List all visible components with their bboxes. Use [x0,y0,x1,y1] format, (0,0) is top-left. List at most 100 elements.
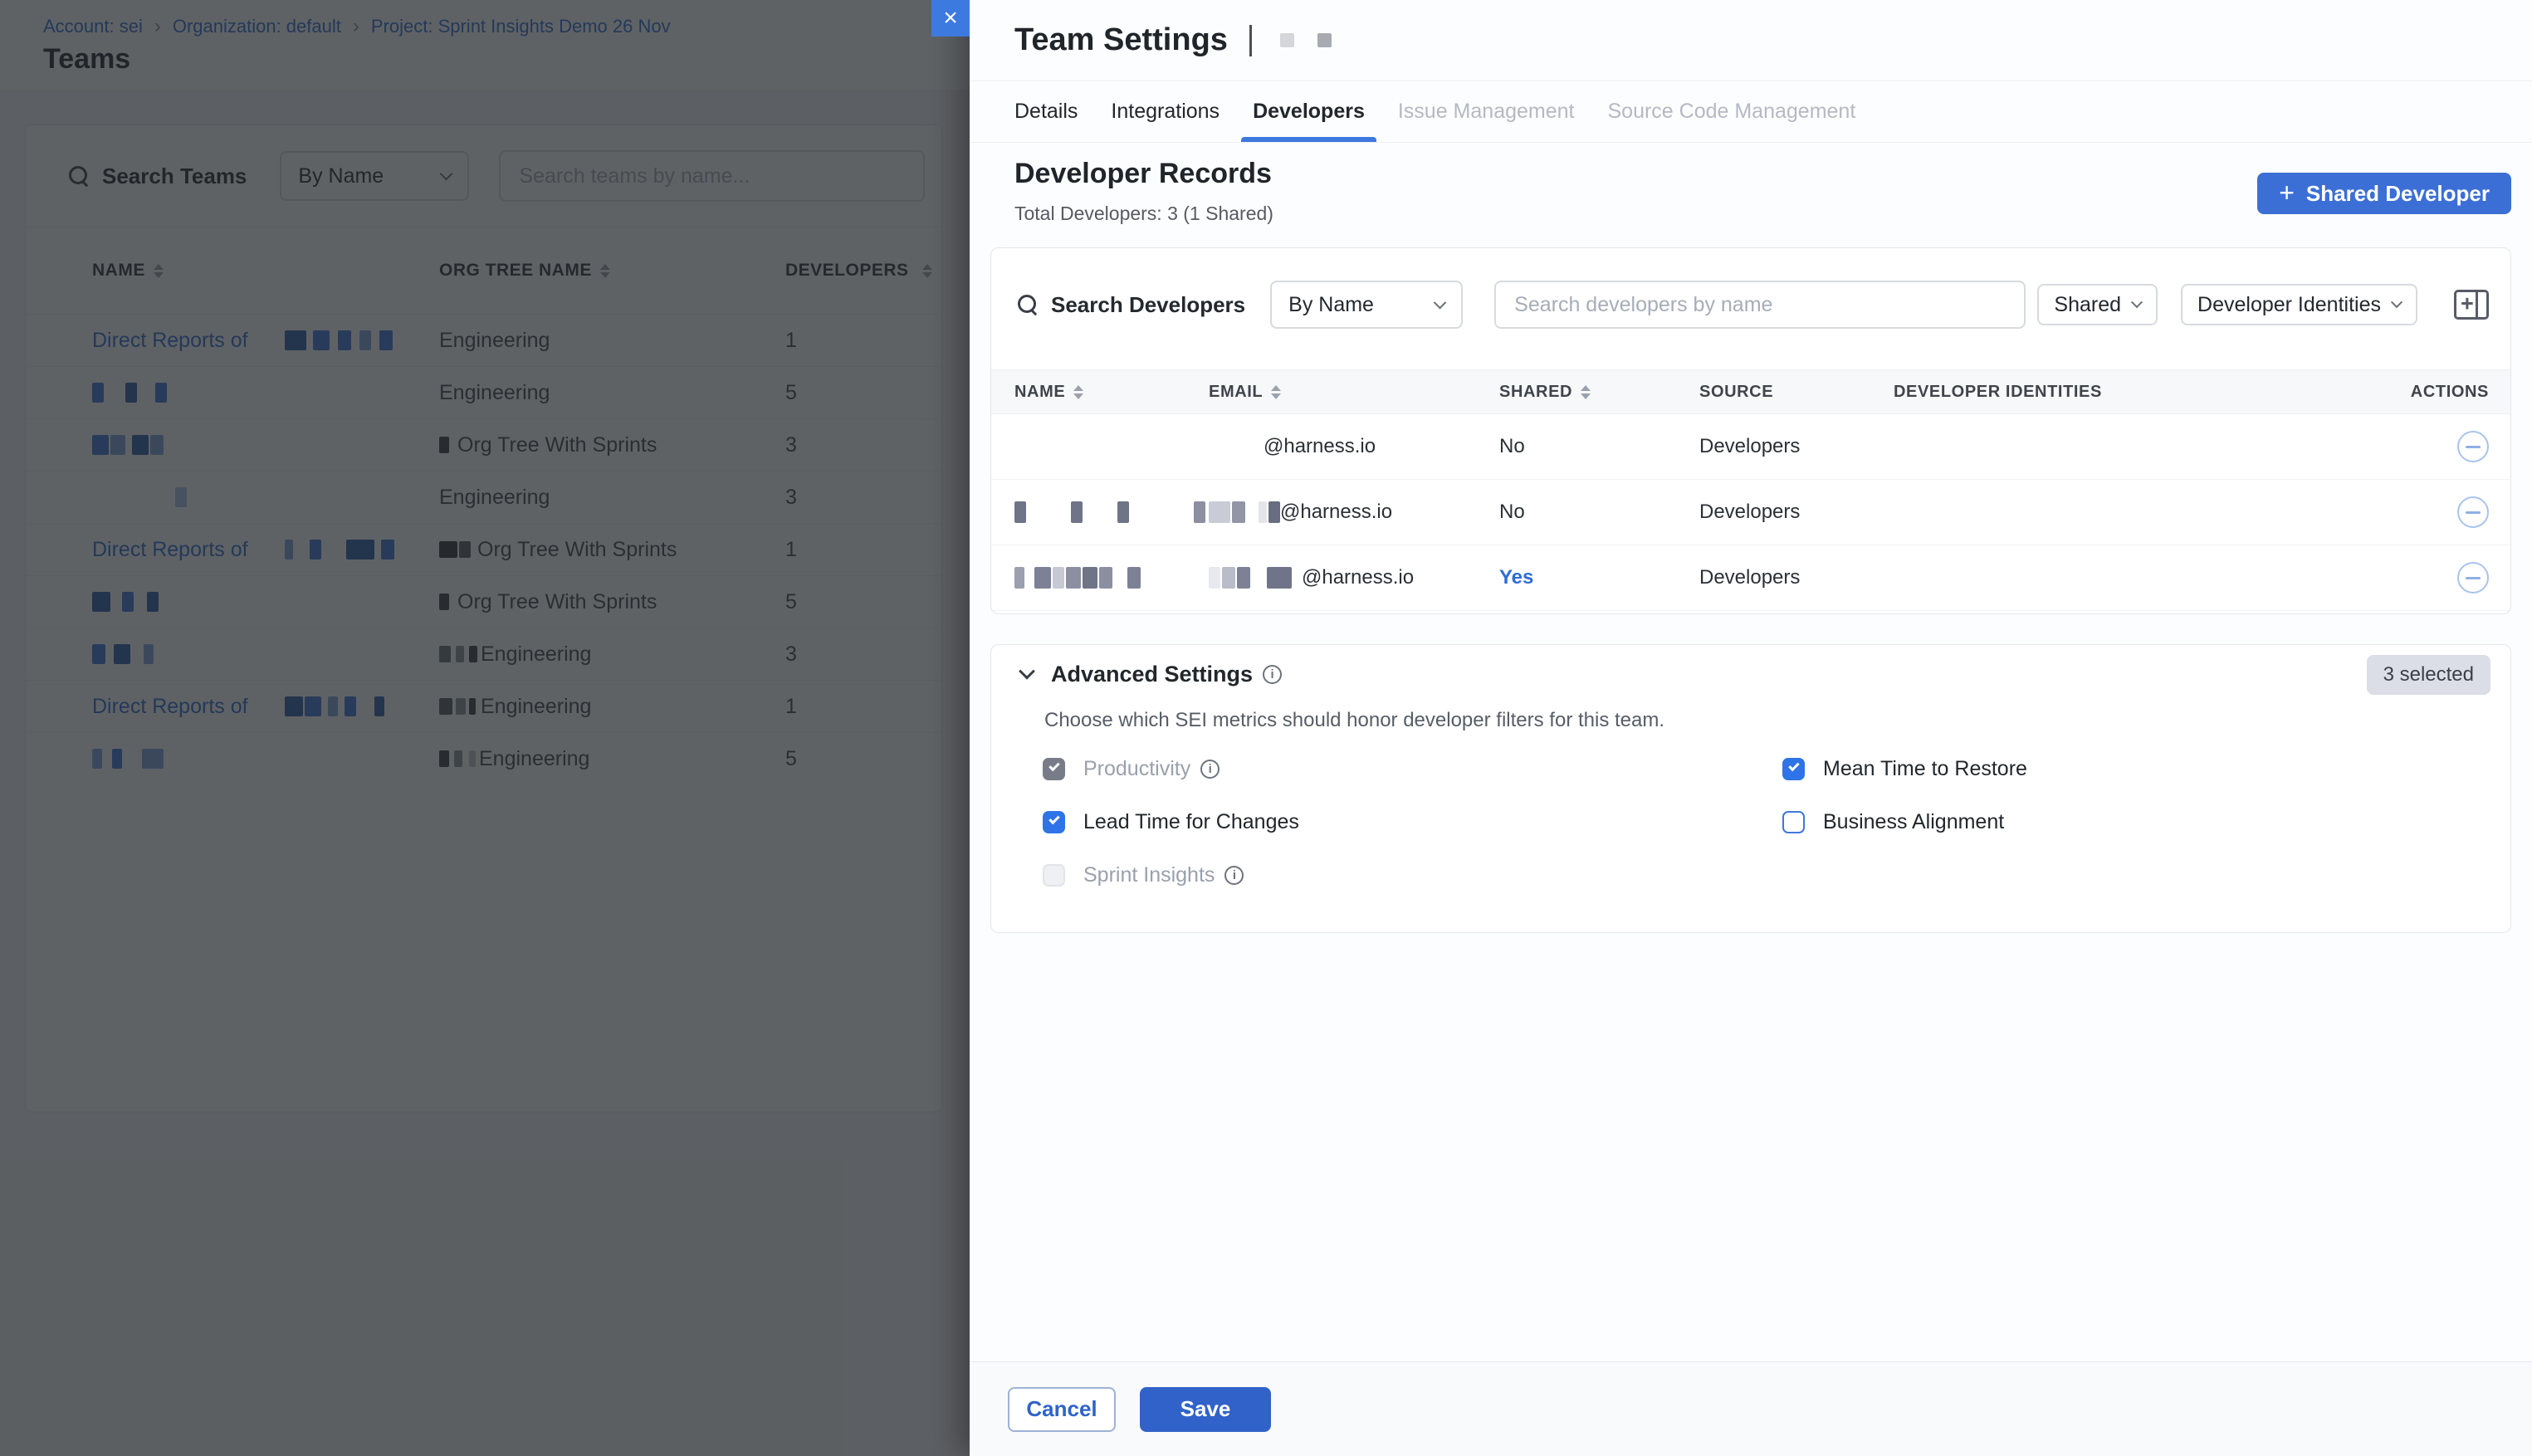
developers-search-filter-value: By Name [1288,293,1374,317]
developer-identities-filter-select[interactable]: Developer Identities [2181,284,2417,325]
advanced-settings-description: Choose which SEI metrics should honor de… [1044,709,2510,732]
total-developers-text: Total Developers: 3 (1 Shared) [1014,203,1273,225]
metric-label: Productivity [1083,757,1190,781]
tab[interactable]: Developers [1253,81,1365,142]
metric-option[interactable]: Business Alignment [1782,795,2510,848]
source-value: Developers [1699,501,1894,524]
column-header[interactable]: NAME [1014,383,1209,402]
plus-icon: + [2279,179,2295,206]
developers-search-filter-select[interactable]: By Name [1270,281,1463,329]
column-header[interactable]: EMAIL [1209,383,1499,402]
actions-cell [2417,431,2489,462]
close-icon[interactable]: × [931,0,970,37]
metric-option[interactable]: Lead Time for Changes [1043,795,1782,848]
redacted-email-prefix [1209,436,1264,457]
source-value: Developers [1699,566,1894,589]
actions-cell [2417,496,2489,528]
checkbox[interactable] [1043,811,1065,833]
cancel-button[interactable]: Cancel [1008,1387,1116,1432]
developer-table-header: NAME EMAIL SHARED SOURCE DEVELOPER IDENT… [991,369,2510,414]
developer-name-cell [1014,567,1209,589]
metric-label: Business Alignment [1823,810,2004,834]
remove-developer-icon[interactable] [2457,496,2489,528]
remove-developer-icon[interactable] [2457,562,2489,594]
add-shared-developer-label: Shared Developer [2306,181,2490,207]
developer-email-cell: @harness.io [1209,501,1499,524]
developers-search-label: Search Developers [1051,292,1245,318]
table-row: @harness.io No Developers [991,414,2510,480]
redacted-name [1014,567,1141,589]
advanced-settings-title: Advanced Settings [1051,662,1253,687]
developer-filter-row: Search Developers By Name Shared Develop… [991,248,2510,369]
source-value: Developers [1699,435,1894,458]
tab[interactable]: Details [1014,81,1078,142]
developer-identities-filter-label: Developer Identities [2197,293,2381,317]
checkbox[interactable] [1043,758,1065,780]
shared-value: No [1499,435,1699,458]
chevron-down-icon [1434,296,1447,309]
developer-email-cell: @harness.io [1209,566,1499,589]
info-icon: i [1224,866,1244,885]
column-header[interactable]: SHARED [1499,383,1699,402]
tab-bar: Details Integrations Developers Issue Manag… [1014,81,1855,142]
shared-filter-label: Shared [2054,293,2121,317]
table-row: @harness.io No Developers [991,480,2510,545]
redacted-email-prefix [1209,567,1302,589]
column-header[interactable]: ACTIONS [2417,383,2489,402]
advanced-settings-card: Advanced Settings i 3 selected Choose wh… [990,644,2511,933]
info-icon: i [1263,665,1282,684]
check-icon [1788,760,1799,770]
team-settings-drawer: × Team Settings DetailsIntegrationsDevel… [970,0,2532,1456]
manage-columns-icon[interactable] [2454,290,2489,320]
table-row: @harness.io Yes Developers [991,545,2510,611]
column-header[interactable]: DEVELOPER IDENTITIES [1894,383,2417,402]
chevron-down-icon[interactable] [1019,662,1035,679]
metric-option[interactable]: Sprint Insights i [1043,848,1782,901]
sort-icon [1581,385,1591,399]
checkbox[interactable] [1043,864,1065,887]
column-header[interactable]: SOURCE [1699,383,1894,402]
actions-cell [2417,562,2489,594]
save-button[interactable]: Save [1140,1387,1271,1432]
divider [970,142,2532,143]
shared-value: No [1499,501,1699,524]
check-icon [1048,813,1059,823]
advanced-settings-header: Advanced Settings i [991,645,2510,687]
shared-filter-select[interactable]: Shared [2037,284,2158,325]
redacted-name [1014,501,1205,523]
developer-name-cell [1014,501,1209,523]
chevron-down-icon [2391,296,2402,308]
developers-search-input[interactable] [1494,281,2026,329]
drawer-title: Team Settings [1014,22,1228,58]
section-title: Developer Records [1014,158,1272,190]
metric-option[interactable]: Mean Time to Restore [1782,742,2510,795]
tab[interactable]: Source Code Management [1607,81,1855,142]
sort-icon [1073,385,1083,399]
email-domain: @harness.io [1302,566,1414,589]
metric-label: Lead Time for Changes [1083,810,1299,834]
metrics-options-grid: Productivity i Lead Time for Changes Spr… [1043,742,2510,901]
metrics-column-2: Mean Time to Restore Business Alignment [1782,742,2510,901]
remove-developer-icon[interactable] [2457,431,2489,462]
sort-icon [1271,385,1281,399]
selected-count-badge: 3 selected [2367,655,2490,695]
search-icon [1018,295,1038,315]
check-icon [1048,760,1059,770]
tab[interactable]: Integrations [1111,81,1220,142]
tab[interactable]: Issue Management [1398,81,1575,142]
add-shared-developer-button[interactable]: + Shared Developer [2257,173,2511,214]
developer-records-card: Search Developers By Name Shared Develop… [990,247,2511,614]
developer-table-body: @harness.io No Developers @harness.io [991,414,2510,611]
modal-overlay[interactable] [0,0,970,1456]
developer-email-cell: @harness.io [1209,435,1499,458]
checkbox[interactable] [1782,758,1805,780]
email-domain: @harness.io [1280,501,1392,524]
metric-label: Mean Time to Restore [1823,757,2027,781]
metrics-column-1: Productivity i Lead Time for Changes Spr… [1043,742,1782,901]
checkbox[interactable] [1782,811,1805,833]
drawer-title-row: Team Settings [1014,0,1332,81]
info-icon: i [1200,760,1220,779]
chevron-down-icon [2131,296,2143,308]
metric-option[interactable]: Productivity i [1043,742,1782,795]
redacted-email-prefix [1209,501,1280,523]
